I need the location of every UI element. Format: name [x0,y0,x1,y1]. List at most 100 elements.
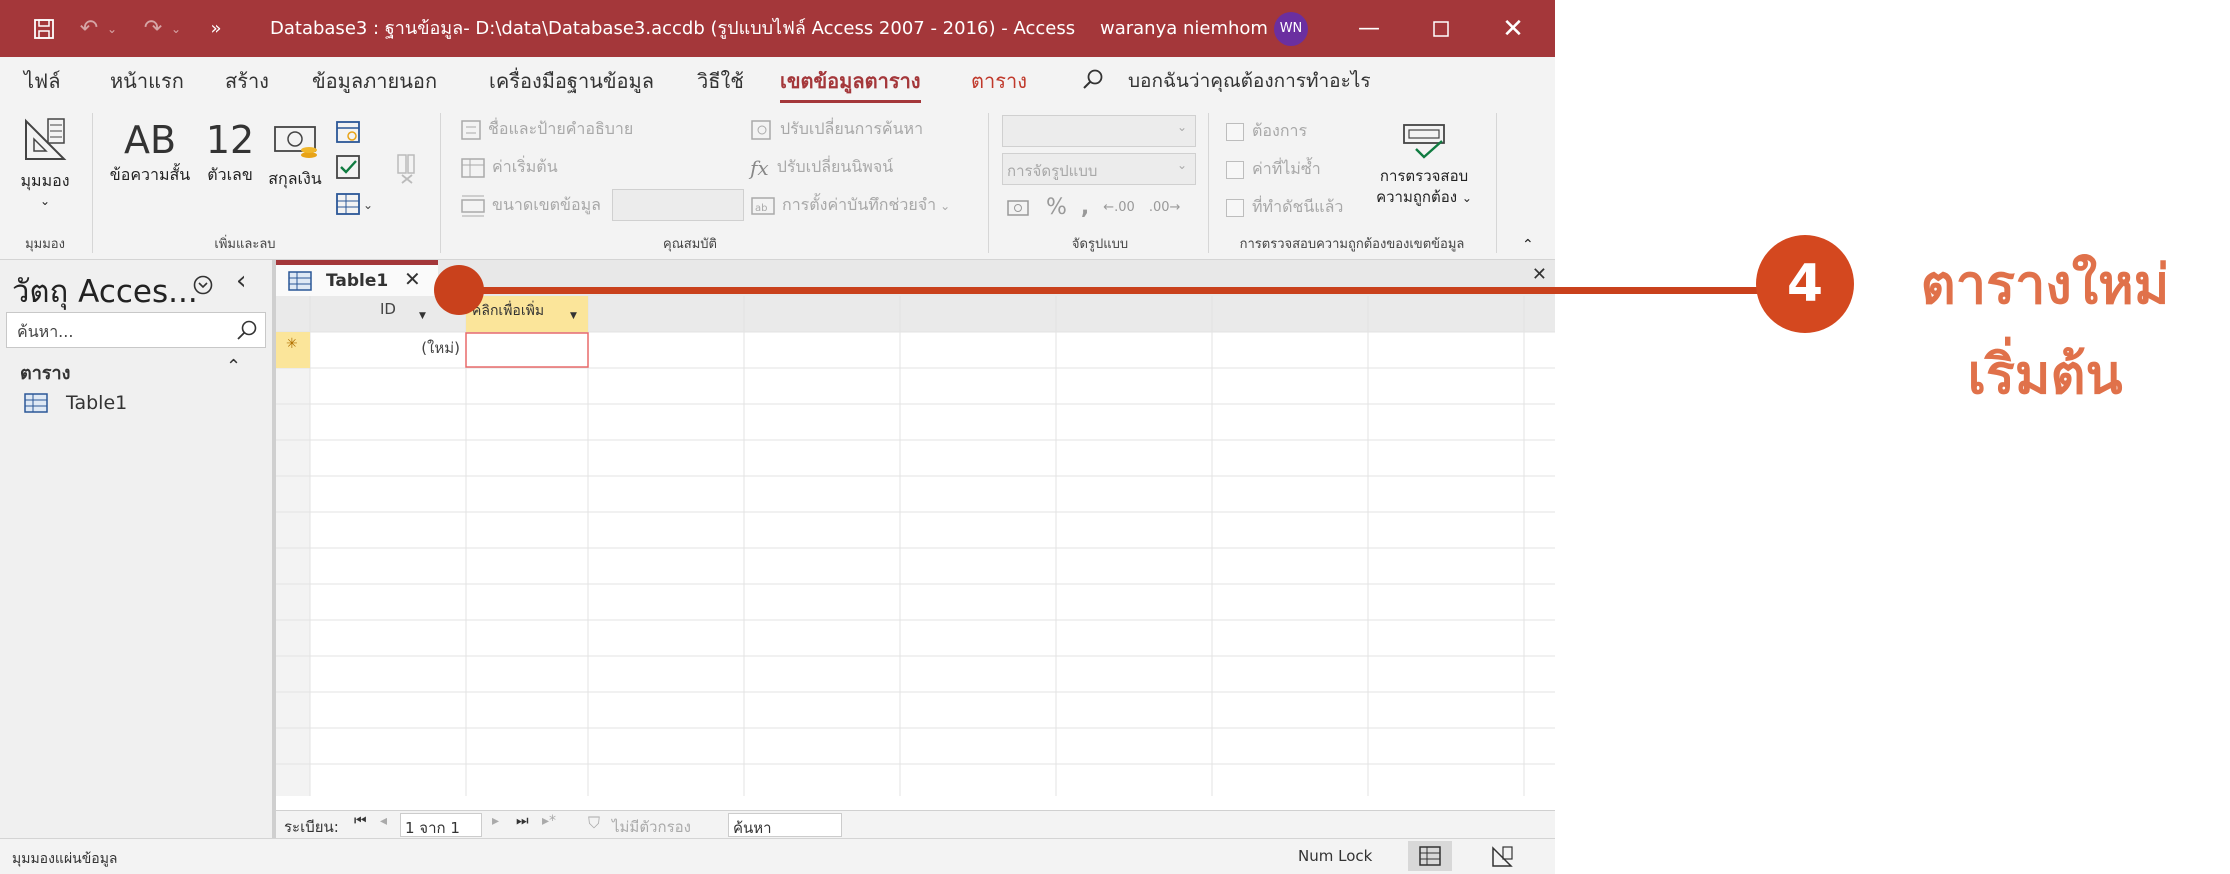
number-label: ตัวเลข [207,165,253,184]
view-label: มุมมอง [20,171,70,190]
validation-label-2: ความถูกต้อง [1376,188,1458,206]
save-icon[interactable] [26,0,62,57]
record-search-placeholder: ค้นหา [733,819,772,837]
user-name[interactable]: waranya niemhom [1100,0,1268,57]
view-design-icon [25,118,67,160]
close-document-icon[interactable]: ✕ [1532,264,1547,285]
more-fields-button[interactable]: ⌄ [334,191,374,223]
group-add-delete-label: เพิ่มและลบ [214,237,276,252]
nav-item-label: Table1 [66,392,128,414]
nav-section-tables[interactable]: ตาราง [20,358,70,387]
name-caption-label: ชื่อและป้ายคำอธิบาย [488,119,634,138]
more-commands-icon[interactable]: » [204,0,228,57]
close-icon[interactable]: ✕ [1477,0,1549,57]
group-properties-label: คุณสมบัติ [663,237,717,252]
percent-icon[interactable]: % [1046,195,1067,220]
minimize-icon[interactable]: — [1333,0,1405,57]
record-search-input[interactable]: ค้นหา [728,813,842,837]
currency-label: สกุลเงิน [268,169,322,188]
next-record-icon[interactable]: ▸ [492,813,499,829]
datasheet-view-icon [1419,846,1441,866]
num-lock-indicator: Num Lock [1298,847,1373,865]
tab-database-tools[interactable]: เครื่องมือฐานข้อมูล [489,57,654,105]
nav-pane-title[interactable]: วัตถุ Acces... [12,266,198,316]
indexed-checkbox[interactable]: ที่ทำดัชนีแล้ว [1226,195,1343,220]
new-record-nav-icon[interactable]: ▸* [542,813,556,829]
redo-icon[interactable]: ↷ [138,0,168,57]
tab-home[interactable]: หน้าแรก [110,57,184,105]
required-checkbox[interactable]: ต้องการ [1226,119,1307,144]
short-text-button[interactable]: AB ข้อความสั้น [104,117,196,188]
avatar[interactable]: WN [1274,12,1308,46]
chevron-down-icon: ⌄ [1176,120,1187,134]
datasheet-view-button[interactable] [1408,841,1452,871]
collapse-ribbon-icon[interactable]: ⌃ [1522,237,1534,253]
memo-settings-button[interactable]: ab การตั้งค่าบันทึกช่วยจำ ⌄ [750,193,950,218]
delete-field-button[interactable] [394,153,418,189]
collapse-section-icon[interactable]: ⌃ [226,356,241,377]
design-view-button[interactable] [1482,841,1522,871]
nav-menu-icon[interactable] [192,274,214,300]
number-button[interactable]: 12 ตัวเลข [202,117,258,188]
validation-button[interactable]: การตรวจสอบ ความถูกต้อง ⌄ [1372,121,1476,208]
checkbox-icon [1226,198,1244,217]
design-view-icon [1492,846,1513,867]
modify-lookups-label: ปรับเปลี่ยนการค้นหา [780,119,924,138]
view-button[interactable]: มุมมอง ⌄ [14,115,76,208]
callout-dot [434,265,484,315]
increase-decimals-icon[interactable]: ←.00 [1103,200,1135,215]
field-size-input[interactable] [612,189,744,221]
ribbon-divider [1208,113,1209,253]
nav-search-input[interactable]: ค้นหา... [6,312,266,348]
short-text-glyph: AB [123,118,177,162]
currency-button[interactable]: สกุลเงิน [264,121,326,192]
field-size-icon [461,195,485,216]
maximize-icon[interactable] [1405,0,1477,57]
active-cell[interactable] [465,332,589,368]
tab-create[interactable]: สร้าง [225,57,269,105]
document-tab-label: Table1 [326,271,389,291]
previous-record-icon[interactable]: ◂ [380,813,387,829]
format-select[interactable]: การจัดรูปแบบ ⌄ [1002,153,1196,185]
tab-table1[interactable]: Table1 ✕ [276,260,438,296]
yes-no-button[interactable] [334,153,362,185]
modify-lookups-button[interactable]: ปรับเปลี่ยนการค้นหา [750,117,923,142]
field-size-label: ขนาดเขตข้อมูล [492,195,601,214]
current-record-input[interactable]: 1 จาก 1 [400,813,482,837]
nav-item-table1[interactable]: Table1 [24,392,127,414]
tab-help[interactable]: วิธีใช้ [697,57,744,105]
comma-style-icon[interactable]: , [1081,195,1089,220]
nav-search-placeholder: ค้นหา... [17,322,74,341]
close-tab-icon[interactable]: ✕ [404,267,421,291]
filter-icon[interactable]: ⛉ [588,813,600,833]
tab-external-data[interactable]: ข้อมูลภายนอก [312,57,437,105]
number-glyph: 12 [205,118,255,162]
first-record-icon[interactable]: ⏮ [354,813,367,829]
undo-dropdown-icon[interactable]: ⌄ [104,0,120,57]
column-header-click-to-add[interactable]: คลิกเพื่อเพิ่ม [472,300,544,322]
modify-expression-button[interactable]: fx ปรับเปลี่ยนนิพจน์ [750,155,893,180]
currency-format-icon[interactable] [1006,197,1032,219]
tab-file[interactable]: ไฟล์ [24,57,60,105]
shutter-bar-icon[interactable]: ‹ [236,266,246,296]
undo-icon[interactable]: ↶ [74,0,104,57]
name-caption-button[interactable]: ชื่อและป้ายคำอธิบาย [460,117,633,142]
tab-table[interactable]: ตาราง [971,57,1027,105]
sort-arrow-icon[interactable]: ▼ [570,311,577,321]
decrease-decimals-icon[interactable]: .00→ [1149,200,1181,215]
last-record-icon[interactable]: ⏭ [516,813,529,829]
table-icon [288,271,312,291]
filter-status[interactable]: ไม่มีตัวกรอง [612,815,691,839]
indexed-label: ที่ทำดัชนีแล้ว [1252,197,1344,216]
data-type-select[interactable]: ⌄ [1002,115,1196,147]
search-icon[interactable] [1082,68,1104,90]
search-icon[interactable] [235,318,259,342]
tab-table-fields[interactable]: เขตข้อมูลตาราง [780,57,921,105]
tell-me-box[interactable]: บอกฉันว่าคุณต้องการทำอะไร [1128,57,1371,105]
memo-settings-label: การตั้งค่าบันทึกช่วยจำ [782,195,937,214]
redo-dropdown-icon[interactable]: ⌄ [168,0,184,57]
access-window: ↶ ⌄ ↷ ⌄ » Database3 : ฐานข้อมูล- D:\data… [0,0,1555,874]
date-time-button[interactable] [334,117,362,149]
default-value-button[interactable]: ค่าเริ่มต้น [460,155,558,180]
unique-checkbox[interactable]: ค่าที่ไม่ซ้ำ [1226,157,1321,182]
